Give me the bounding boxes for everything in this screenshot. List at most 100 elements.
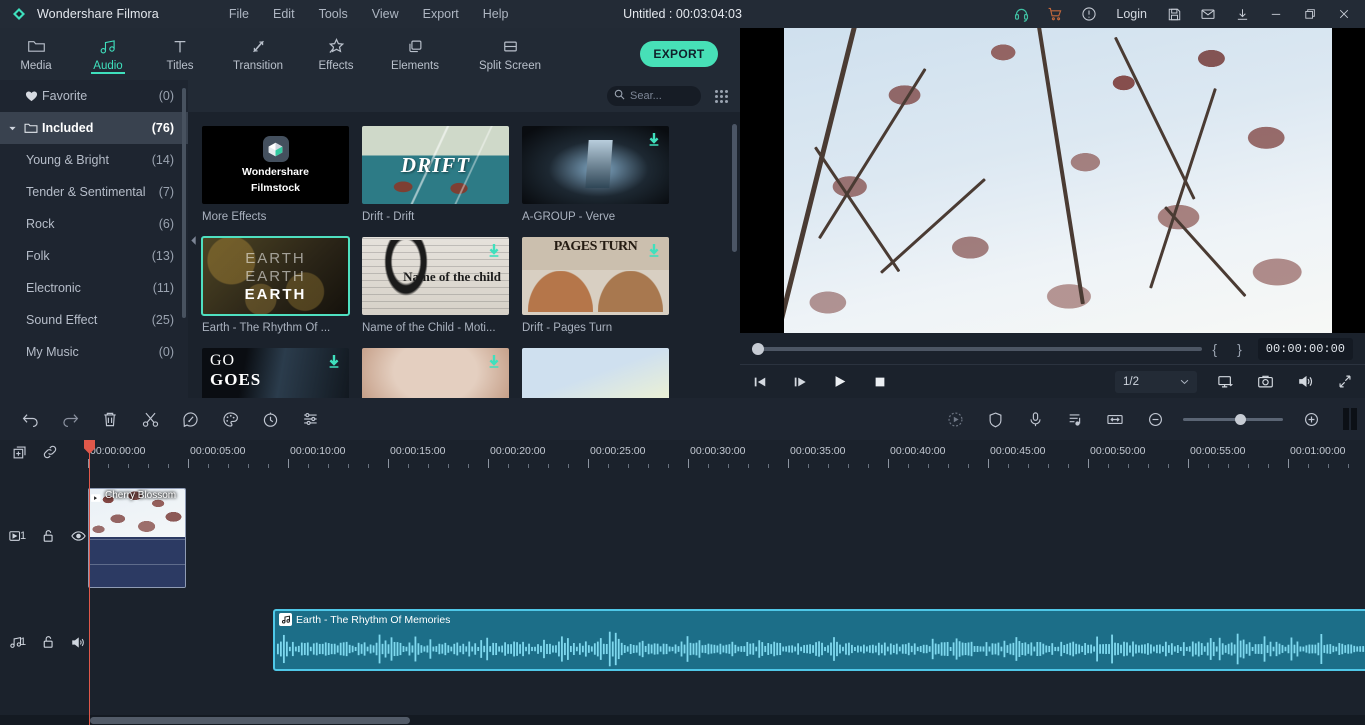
menu-help[interactable]: Help xyxy=(471,3,521,25)
mark-in-button[interactable]: { xyxy=(1202,341,1227,357)
tab-effects[interactable]: Effects xyxy=(300,28,372,80)
browser-scrollbar[interactable] xyxy=(732,124,737,252)
download-icon[interactable] xyxy=(1225,0,1259,28)
zoom-slider-handle[interactable] xyxy=(1235,414,1246,425)
login-button[interactable]: Login xyxy=(1106,7,1157,21)
thumbnail-name-of-the-child[interactable]: Name of the child Name of the Child - Mo… xyxy=(362,237,522,334)
tab-titles[interactable]: Titles xyxy=(144,28,216,80)
play-button[interactable] xyxy=(820,365,860,398)
timeline-playhead[interactable] xyxy=(89,468,90,725)
adjust-button[interactable] xyxy=(290,398,330,440)
fit-timeline-button[interactable] xyxy=(1095,398,1135,440)
timeline-ruler[interactable]: 00:00:00:00 00:00:05:00 00:00:10:00 00:0… xyxy=(88,440,1365,468)
marker-bar-left[interactable] xyxy=(1343,408,1349,430)
download-icon[interactable] xyxy=(647,132,661,152)
timeline-hscroll-thumb[interactable] xyxy=(90,717,410,724)
chevron-down-icon[interactable] xyxy=(4,124,20,133)
download-icon[interactable] xyxy=(487,243,501,263)
thumbnail-benjamin[interactable]: Benjamin xyxy=(362,348,522,398)
minimize-button[interactable] xyxy=(1259,0,1293,28)
save-icon[interactable] xyxy=(1157,0,1191,28)
thumbnail-more-effects[interactable]: Wondershare Filmstock More Effects xyxy=(202,126,362,223)
stop-button[interactable] xyxy=(860,365,900,398)
redo-button[interactable] xyxy=(50,398,90,440)
zoom-slider[interactable] xyxy=(1183,418,1283,421)
video-viewport[interactable] xyxy=(740,28,1365,333)
zoom-out-button[interactable] xyxy=(1135,398,1175,440)
export-button[interactable]: EXPORT xyxy=(640,41,718,67)
maximize-button[interactable] xyxy=(1293,0,1327,28)
sidebar-item-folk[interactable]: Folk (13) xyxy=(0,240,188,272)
sidebar-item-rock[interactable]: Rock (6) xyxy=(0,208,188,240)
speed-button[interactable] xyxy=(170,398,210,440)
sidebar-item-favorite[interactable]: Favorite (0) xyxy=(0,80,188,112)
video-clip-cherry-blossom[interactable]: Cherry Blossom xyxy=(88,488,186,588)
info-icon[interactable] xyxy=(1072,0,1106,28)
tab-audio[interactable]: Audio xyxy=(72,28,144,80)
audio-clip-earth-rhythm[interactable]: Earth - The Rhythm Of Memories xyxy=(273,609,1365,671)
audio-track-lane[interactable]: Earth - The Rhythm Of Memories xyxy=(88,603,1365,681)
link-icon[interactable] xyxy=(42,444,58,465)
thumbnail-drift-drift[interactable]: DRIFT Drift - Drift xyxy=(362,126,522,223)
audio-mixer-button[interactable] xyxy=(1055,398,1095,440)
keyframe-button[interactable] xyxy=(975,398,1015,440)
thumbnail-earth-rhythm[interactable]: EARTH EARTH EARTH Earth - The Rhythm Of … xyxy=(202,237,362,334)
headset-support-button[interactable] xyxy=(1004,0,1038,28)
sidebar-item-young-bright[interactable]: Young & Bright (14) xyxy=(0,144,188,176)
undo-button[interactable] xyxy=(10,398,50,440)
thumbnail-drift-pages-turn[interactable]: PAGES TURN Drift - Pages Turn xyxy=(522,237,682,334)
sidebar-item-sound-effect[interactable]: Sound Effect (25) xyxy=(0,304,188,336)
prev-frame-button[interactable] xyxy=(740,365,780,398)
playhead-ruler-line[interactable] xyxy=(89,440,90,468)
cart-icon[interactable] xyxy=(1038,0,1072,28)
mark-out-button[interactable]: } xyxy=(1227,341,1252,357)
menu-view[interactable]: View xyxy=(360,3,411,25)
download-icon[interactable] xyxy=(327,354,341,374)
add-track-icon[interactable] xyxy=(12,444,28,465)
playback-quality-select[interactable]: 1/2 xyxy=(1115,371,1197,393)
menu-tools[interactable]: Tools xyxy=(307,3,360,25)
sidebar-collapse-button[interactable] xyxy=(188,225,198,255)
grid-view-icon[interactable] xyxy=(715,90,728,103)
tab-transition[interactable]: Transition xyxy=(216,28,300,80)
close-button[interactable] xyxy=(1327,0,1361,28)
sidebar-scrollbar[interactable] xyxy=(182,88,186,318)
eye-icon[interactable] xyxy=(68,530,88,542)
sidebar-item-tender-sentimental[interactable]: Tender & Sentimental (7) xyxy=(0,176,188,208)
search-box[interactable] xyxy=(607,86,701,106)
zoom-in-button[interactable] xyxy=(1291,398,1331,440)
tab-elements[interactable]: Elements xyxy=(372,28,458,80)
render-preview-button[interactable] xyxy=(935,398,975,440)
search-input[interactable] xyxy=(630,90,694,102)
thumbnail-go-goes[interactable]: GO GOES xyxy=(202,348,362,398)
volume-button[interactable] xyxy=(1285,365,1325,398)
marker-bar-right[interactable] xyxy=(1351,408,1357,430)
delete-button[interactable] xyxy=(90,398,130,440)
mail-icon[interactable] xyxy=(1191,0,1225,28)
timeline-hscroll[interactable] xyxy=(0,715,1365,725)
menu-export[interactable]: Export xyxy=(411,3,471,25)
sidebar-item-my-music[interactable]: My Music (0) xyxy=(0,336,188,368)
sidebar-item-electronic[interactable]: Electronic (11) xyxy=(0,272,188,304)
download-icon[interactable] xyxy=(487,354,501,374)
tab-split-screen[interactable]: Split Screen xyxy=(458,28,562,80)
snapshot-button[interactable] xyxy=(1245,365,1285,398)
thumbnail-agroup-verve[interactable]: A-GROUP - Verve xyxy=(522,126,682,223)
record-voiceover-button[interactable] xyxy=(1015,398,1055,440)
pop-out-player-button[interactable] xyxy=(1205,365,1245,398)
menu-edit[interactable]: Edit xyxy=(261,3,307,25)
preview-timecode[interactable]: 00:00:00:00 xyxy=(1258,338,1353,360)
video-track-lane[interactable]: Cherry Blossom xyxy=(88,482,1365,590)
thumbnail-area[interactable]: Wondershare Filmstock More Effects DRIFT… xyxy=(188,112,740,398)
next-frame-button[interactable] xyxy=(780,365,820,398)
scrub-track[interactable] xyxy=(752,347,1202,351)
split-button[interactable] xyxy=(130,398,170,440)
scrub-handle[interactable] xyxy=(752,343,764,355)
thumbnail-into-deep[interactable]: Into Deep xyxy=(522,348,682,398)
sidebar-item-included[interactable]: Included (76) xyxy=(0,112,188,144)
unlock-icon[interactable] xyxy=(38,529,58,543)
color-button[interactable] xyxy=(210,398,250,440)
speaker-icon[interactable] xyxy=(68,636,88,649)
menu-file[interactable]: File xyxy=(217,3,261,25)
fullscreen-button[interactable] xyxy=(1325,365,1365,398)
